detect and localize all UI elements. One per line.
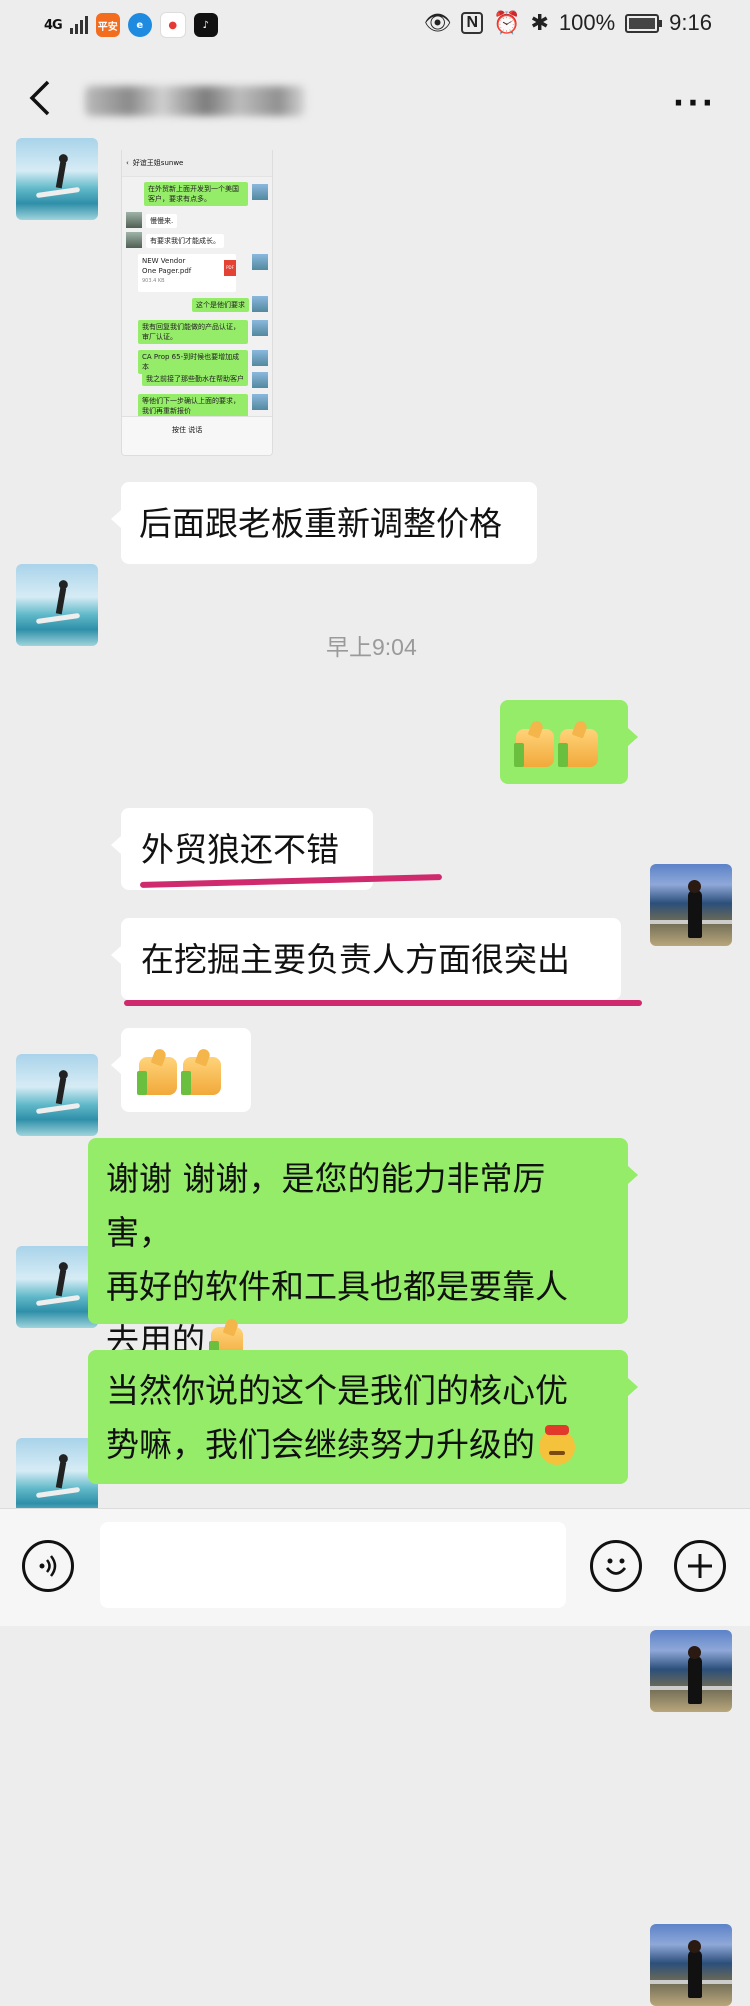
screenshot-header: ‹ 好谊王姐sunwe xyxy=(122,150,272,177)
chevron-left-icon xyxy=(29,80,50,116)
nfc-icon: N xyxy=(461,12,484,34)
status-right: 👁 N ⏰ ✱ 100% 9:16 xyxy=(424,10,712,36)
emoji-button[interactable] xyxy=(590,1540,642,1592)
determined-face-emoji-icon xyxy=(539,1424,575,1465)
contact-avatar[interactable] xyxy=(16,138,98,220)
message-text: 后面跟老板重新调整价格 xyxy=(139,504,502,543)
image-message-screenshot[interactable]: ‹ 好谊王姐sunwe 在外贸新上面开发到一个美国客户，要求有点多。 慢慢来. 有… xyxy=(121,150,273,456)
screenshot-msg: 等他们下一步确认上面的要求，我们再重新报价 xyxy=(138,394,248,418)
avatar xyxy=(252,372,268,388)
screenshot-msg: 这个是他们要求 xyxy=(192,298,249,312)
chevron-left-icon: ‹ xyxy=(126,159,129,167)
thumbs-up-icon xyxy=(181,1056,221,1095)
alarm-icon: ⏰ xyxy=(493,10,521,35)
battery-percent: 100% xyxy=(558,10,616,35)
message-text: 在挖掘主要负责人方面很突出 xyxy=(141,940,570,979)
file-name: NEW Vendor One Pager.pdf xyxy=(142,257,192,275)
emoji-icon xyxy=(605,1558,627,1575)
message-text: 外贸狼还不错 xyxy=(141,830,339,869)
screenshot-title: 好谊王姐sunwe xyxy=(132,159,184,167)
thumbs-up-icon xyxy=(137,1056,177,1095)
plus-icon xyxy=(688,1554,712,1578)
outgoing-message[interactable] xyxy=(500,700,638,784)
file-card: NEW Vendor One Pager.pdf 903.4 KB PDF xyxy=(138,254,236,292)
screenshot-msg: 在外贸新上面开发到一个美国客户，要求有点多。 xyxy=(144,182,248,206)
screenshot-msg: 我有回复我们能做的产品认证，审厂认证。 xyxy=(138,320,248,344)
signal-icon xyxy=(69,16,88,34)
avatar xyxy=(252,296,268,312)
voice-icon xyxy=(39,1555,57,1577)
file-size: 903.4 KB xyxy=(142,278,165,284)
status-time: 9:16 xyxy=(669,10,712,35)
contact-avatar[interactable] xyxy=(16,1054,98,1136)
more-options-button[interactable]: ··· xyxy=(673,86,716,121)
pdf-icon: PDF xyxy=(224,260,236,276)
screenshot-input-bar: 按住 说话 xyxy=(122,416,272,455)
screenshot-msg: 慢慢来. xyxy=(146,214,178,228)
outgoing-message[interactable]: 谢谢 谢谢，是您的能力非常厉害， 再好的软件和工具也都是要靠人 去用的 xyxy=(88,1138,638,1365)
incoming-message[interactable]: 后面跟老板重新调整价格 xyxy=(111,482,537,564)
incoming-message[interactable] xyxy=(111,1028,251,1112)
thumbs-up-icon xyxy=(514,728,554,767)
tiktok-app-icon: ♪ xyxy=(193,13,218,37)
avatar xyxy=(126,212,142,228)
incoming-message[interactable]: 在挖掘主要负责人方面很突出 xyxy=(111,918,621,1000)
eye-icon: 👁 xyxy=(423,10,452,35)
thumbs-up-icon xyxy=(558,728,598,767)
screenshot-msg: CA Prop 65-到时候也要增加成本 xyxy=(138,350,248,374)
avatar xyxy=(252,394,268,410)
plus-button[interactable] xyxy=(674,1540,726,1592)
status-bar: 4G 平安 e ● ♪ 👁 N ⏰ ✱ 100% 9:16 xyxy=(0,0,750,52)
chat-title-blurred xyxy=(85,86,305,116)
screenshot-msg: 有要求我们才能成长。 xyxy=(146,234,224,248)
back-button[interactable] xyxy=(26,78,52,128)
voice-button[interactable] xyxy=(22,1540,74,1592)
my-avatar[interactable] xyxy=(650,1630,732,1712)
highlight-underline xyxy=(124,1000,642,1006)
contact-avatar[interactable] xyxy=(16,564,98,646)
bluetooth-icon: ✱ xyxy=(530,10,549,35)
battery-icon xyxy=(625,13,663,33)
my-avatar[interactable] xyxy=(650,864,732,946)
network-indicator: 4G xyxy=(44,17,63,33)
pingan-app-icon: 平安 xyxy=(95,13,120,37)
screenshot-msg: 我之前接了那些勤水在帮助客户 xyxy=(142,372,248,386)
message-text-line: 再好的软件和工具也都是要靠人 xyxy=(106,1267,568,1306)
message-timestamp: 早上9:04 xyxy=(326,634,417,660)
my-avatar[interactable] xyxy=(650,1924,732,2006)
avatar xyxy=(252,254,268,270)
avatar xyxy=(252,184,268,200)
message-input[interactable] xyxy=(100,1522,566,1608)
avatar xyxy=(252,350,268,366)
avatar xyxy=(252,320,268,336)
status-left: 4G 平安 e ● ♪ xyxy=(44,12,218,38)
browser-app-icon: e xyxy=(127,13,152,37)
maps-app-icon: ● xyxy=(159,12,186,38)
contact-avatar[interactable] xyxy=(16,1246,98,1328)
hold-to-talk: 按住 说话 xyxy=(172,426,203,434)
message-text-line: 势嘛，我们会继续努力升级的 xyxy=(106,1425,535,1464)
message-text-line: 谢谢 谢谢，是您的能力非常厉害， xyxy=(106,1159,546,1252)
message-text-line: 当然你说的这个是我们的核心优 xyxy=(106,1371,568,1410)
avatar xyxy=(126,232,142,248)
outgoing-message[interactable]: 当然你说的这个是我们的核心优 势嘛，我们会继续努力升级的 xyxy=(88,1350,638,1484)
